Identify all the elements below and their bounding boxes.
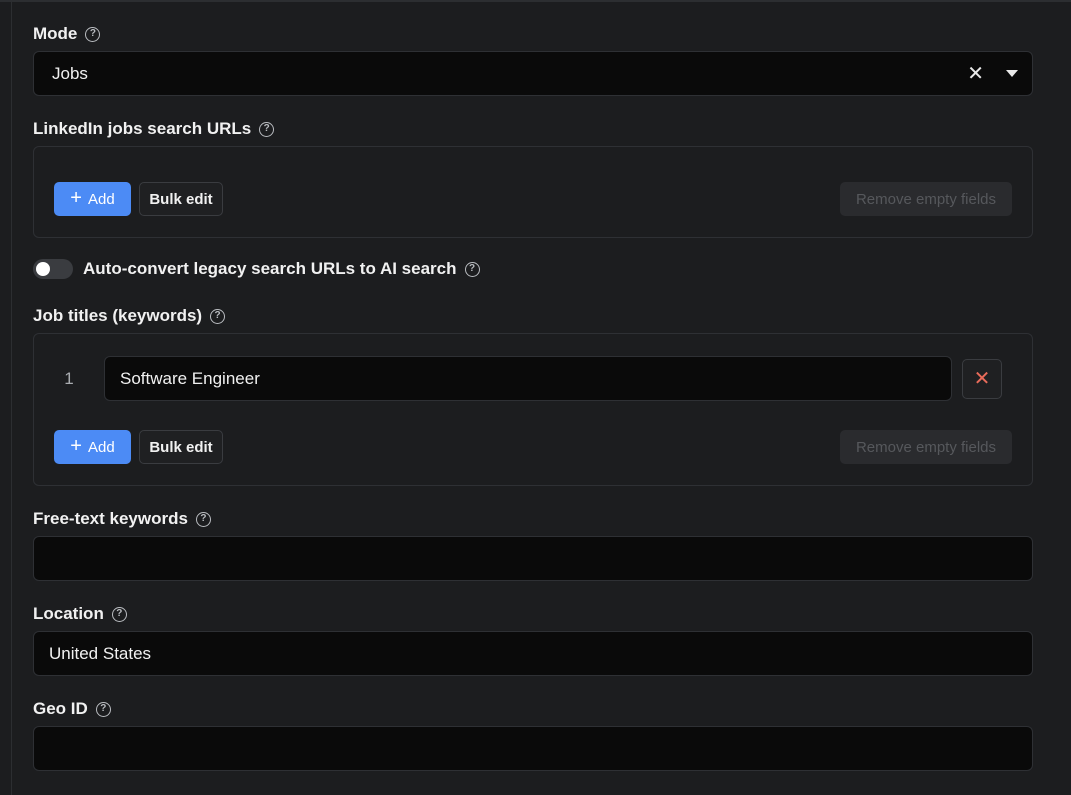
select-controls: ✕ — [967, 61, 1018, 86]
linkedin-urls-actions: + Add Bulk edit — [54, 182, 223, 216]
help-icon[interactable]: ? — [111, 606, 127, 622]
job-title-value: Software Engineer — [120, 368, 260, 388]
item-index: 1 — [64, 368, 74, 388]
form-panel: Mode ? Jobs ✕ LinkedIn jobs search URLs … — [0, 0, 1071, 795]
mode-value: Jobs — [52, 63, 88, 83]
geo-id-label: Geo ID ? — [33, 697, 111, 721]
add-url-button[interactable]: + Add — [54, 182, 131, 216]
geo-id-input[interactable] — [33, 726, 1033, 771]
clear-icon[interactable]: ✕ — [967, 61, 984, 86]
linkedin-urls-label: LinkedIn jobs search URLs ? — [33, 117, 275, 141]
auto-convert-toggle[interactable] — [33, 259, 73, 279]
close-icon: ✕ — [973, 368, 991, 390]
help-icon[interactable]: ? — [95, 701, 111, 717]
job-titles-label: Job titles (keywords) ? — [33, 304, 226, 328]
location-label-text: Location — [33, 604, 104, 623]
mode-label-text: Mode — [33, 24, 78, 43]
job-titles-actions: + Add Bulk edit — [54, 430, 223, 464]
free-text-label-text: Free-text keywords — [33, 509, 188, 528]
plus-icon: + — [70, 435, 82, 457]
help-icon[interactable]: ? — [464, 261, 480, 277]
job-titles-box: 1 Software Engineer ✕ + Add Bulk edit Re… — [33, 333, 1033, 486]
job-titles-label-text: Job titles (keywords) — [33, 306, 203, 325]
job-title-input[interactable]: Software Engineer — [104, 356, 952, 401]
remove-empty-fields-button[interactable]: Remove empty fields — [840, 430, 1012, 464]
free-text-label: Free-text keywords ? — [33, 507, 211, 531]
help-icon[interactable]: ? — [259, 121, 275, 137]
location-label: Location ? — [33, 602, 127, 626]
location-input[interactable]: United States — [33, 631, 1033, 676]
bulk-edit-button[interactable]: Bulk edit — [139, 182, 223, 216]
left-divider — [11, 2, 12, 795]
help-icon[interactable]: ? — [210, 308, 226, 324]
chevron-down-icon[interactable] — [1006, 70, 1018, 77]
remove-item-button[interactable]: ✕ — [962, 358, 1002, 399]
bulk-edit-button[interactable]: Bulk edit — [139, 430, 223, 464]
add-job-title-button[interactable]: + Add — [54, 430, 131, 464]
auto-convert-row: Auto-convert legacy search URLs to AI se… — [33, 259, 480, 279]
geo-id-label-text: Geo ID — [33, 699, 88, 718]
list-item: 1 Software Engineer ✕ — [34, 356, 1002, 401]
plus-icon: + — [70, 187, 82, 209]
help-icon[interactable]: ? — [85, 26, 101, 42]
mode-select[interactable]: Jobs ✕ — [33, 51, 1033, 96]
auto-convert-label: Auto-convert legacy search URLs to AI se… — [83, 259, 457, 278]
add-button-label: Add — [87, 190, 115, 208]
free-text-input[interactable] — [33, 536, 1033, 581]
linkedin-urls-box: + Add Bulk edit Remove empty fields — [33, 146, 1033, 238]
location-value: United States — [49, 643, 152, 663]
remove-empty-fields-button[interactable]: Remove empty fields — [840, 182, 1012, 216]
help-icon[interactable]: ? — [195, 511, 211, 527]
add-button-label: Add — [87, 438, 115, 456]
mode-label: Mode ? — [33, 22, 101, 46]
toggle-knob — [36, 262, 50, 276]
linkedin-urls-label-text: LinkedIn jobs search URLs — [33, 119, 252, 138]
